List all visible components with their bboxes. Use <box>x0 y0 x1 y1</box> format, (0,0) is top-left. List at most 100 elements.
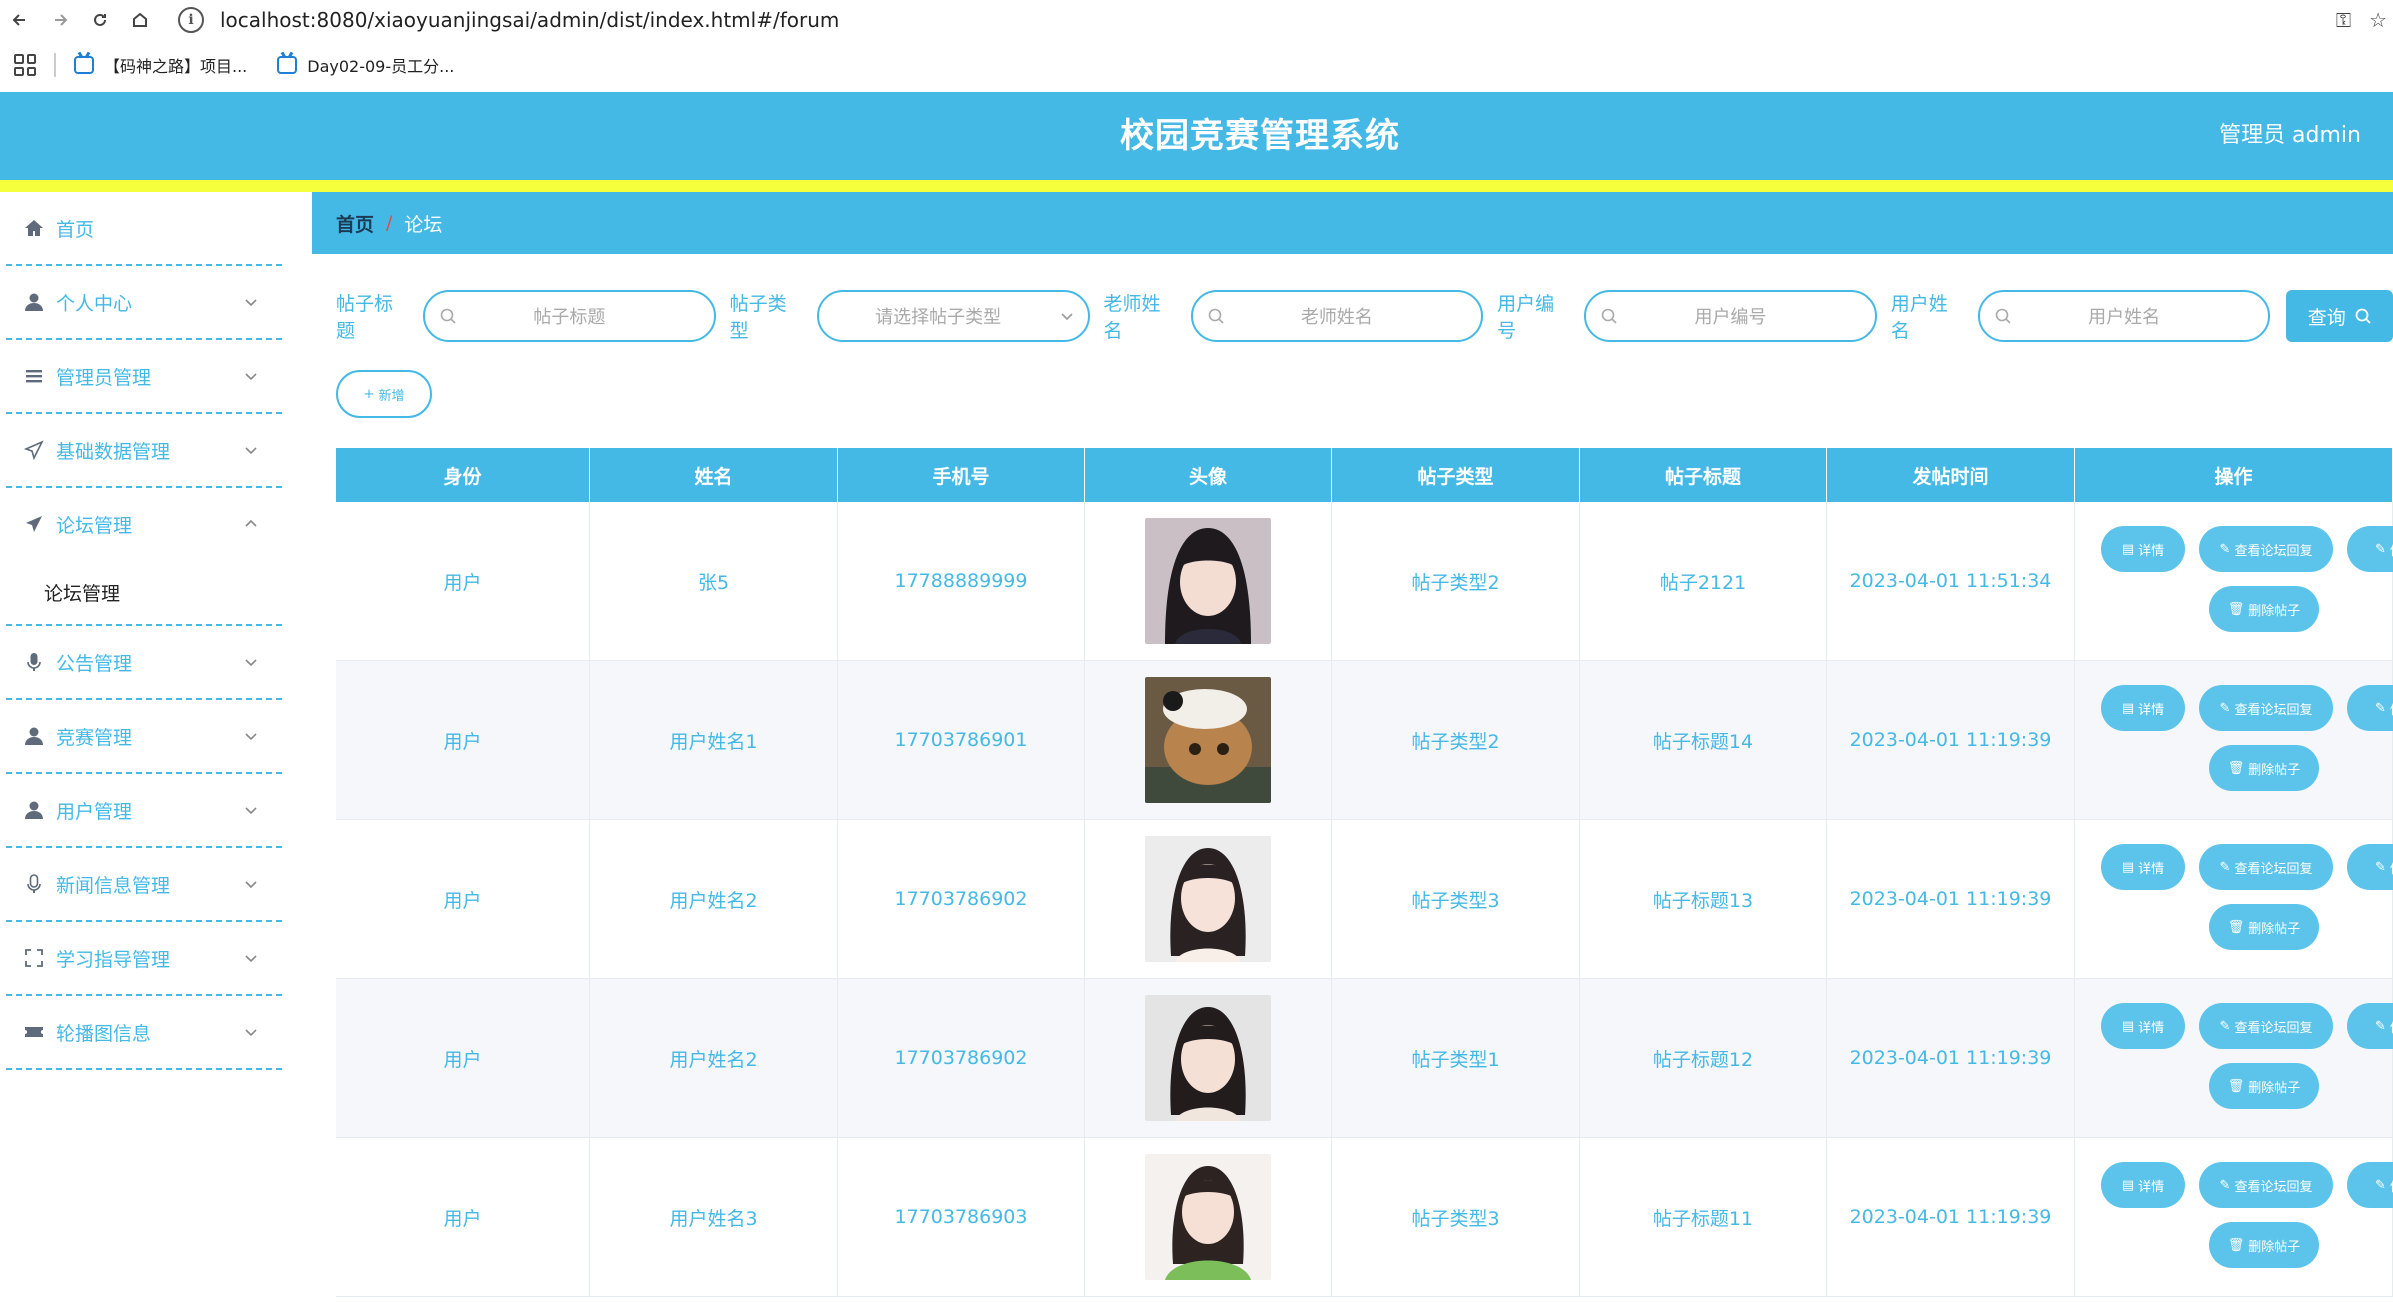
col-header[interactable]: 姓名 <box>590 448 838 502</box>
app-header: 校园竞赛管理系统 管理员 admin <box>0 92 2393 180</box>
bookmark-item[interactable]: 【码神之路】项目... <box>74 53 247 77</box>
teacher-search-input[interactable]: 老师姓名 <box>1190 290 1484 342</box>
delete-post-button[interactable]: 🗑 删除帖子 <box>2209 586 2319 632</box>
cell-avatar <box>1085 502 1332 660</box>
sidebar-item-forum[interactable]: 论坛管理 <box>0 488 290 560</box>
detail-button[interactable]: ▤ 详情 <box>2101 1162 2185 1208</box>
userno-search-input[interactable]: 用户编号 <box>1584 290 1877 342</box>
title-search-input[interactable]: 帖子标题 <box>423 290 716 342</box>
view-reply-button[interactable]: ✎ 查看论坛回复 <box>2199 1003 2333 1049</box>
cell-time: 2023-04-01 11:51:34 <box>1827 502 2075 660</box>
avatar[interactable] <box>1145 836 1271 962</box>
view-reply-button[interactable]: ✎ 查看论坛回复 <box>2199 1162 2333 1208</box>
cell-phone: 17703786901 <box>838 661 1085 819</box>
delete-post-button[interactable]: 🗑 删除帖子 <box>2209 1063 2319 1109</box>
username-search-input[interactable]: 用户姓名 <box>1977 290 2271 342</box>
sidebar-item-admin[interactable]: 管理员管理 <box>0 340 290 412</box>
sidebar-item-news[interactable]: 新闻信息管理 <box>0 848 290 920</box>
col-header[interactable]: 手机号 <box>838 448 1085 502</box>
chevron-down-icon <box>244 440 258 455</box>
query-button[interactable]: 查询 <box>2286 290 2393 342</box>
key-icon[interactable]: ⚿ <box>2336 8 2351 32</box>
address-bar[interactable]: i localhost:8080/xiaoyuanjingsai/admin/d… <box>178 0 839 40</box>
forward-icon[interactable] <box>40 0 80 40</box>
detail-button[interactable]: ▤ 详情 <box>2101 1003 2185 1049</box>
document-icon: ▤ <box>2121 1177 2135 1193</box>
breadcrumb-home[interactable]: 首页 <box>336 210 374 237</box>
cell-actions: ▤详情 ✎查看论坛回复 ✎修 🗑删除帖子 <box>2075 820 2393 978</box>
chevron-down-icon <box>244 874 258 889</box>
chevron-down-icon <box>1060 313 1073 321</box>
cell-name: 张5 <box>590 502 838 660</box>
query-button-label: 查询 <box>2307 306 2346 329</box>
sidebar-item-study[interactable]: 学习指导管理 <box>0 922 290 994</box>
breadcrumb-current: 论坛 <box>404 213 443 236</box>
col-header[interactable]: 头像 <box>1085 448 1332 502</box>
ticket-icon <box>24 1022 44 1042</box>
col-header[interactable]: 发帖时间 <box>1827 448 2075 502</box>
avatar[interactable] <box>1145 518 1271 644</box>
bilibili-icon <box>277 56 298 74</box>
avatar[interactable] <box>1145 1154 1271 1280</box>
avatar[interactable] <box>1145 995 1271 1121</box>
cell-phone: 17703786902 <box>838 979 1085 1137</box>
edit-button[interactable]: ✎修 <box>2347 685 2393 731</box>
detail-button[interactable]: ▤ 详情 <box>2101 844 2185 890</box>
delete-label: 删除帖子 <box>2248 1239 2301 1255</box>
edit-button[interactable]: ✎修 <box>2347 1003 2393 1049</box>
submenu-item-forum[interactable]: 论坛管理 <box>0 560 290 624</box>
edit-icon: ✎ <box>2375 859 2386 875</box>
col-header[interactable]: 帖子类型 <box>1332 448 1580 502</box>
view-reply-button[interactable]: ✎ 查看论坛回复 <box>2199 685 2333 731</box>
detail-button[interactable]: ▤ 详情 <box>2101 526 2185 572</box>
view-reply-button[interactable]: ✎ 查看论坛回复 <box>2199 844 2333 890</box>
search-icon <box>2355 308 2371 324</box>
table-header: 身份 姓名 手机号 头像 帖子类型 帖子标题 发帖时间 操作 <box>336 448 2393 502</box>
delete-post-button[interactable]: 🗑 删除帖子 <box>2209 745 2319 791</box>
detail-button[interactable]: ▤ 详情 <box>2101 685 2185 731</box>
sidebar-item-personal[interactable]: 个人中心 <box>0 266 290 338</box>
cell-role: 用户 <box>336 979 590 1137</box>
edit-button[interactable]: ✎修 <box>2347 844 2393 890</box>
edit-icon: ✎ <box>2219 541 2231 557</box>
col-header[interactable]: 身份 <box>336 448 590 502</box>
col-header[interactable]: 帖子标题 <box>1580 448 1827 502</box>
detail-label: 详情 <box>2138 1179 2165 1195</box>
bookmarks-bar: 【码神之路】项目... Day02-09-员工分... <box>0 40 2393 90</box>
star-icon[interactable]: ☆ <box>2369 8 2387 32</box>
site-info-icon[interactable]: i <box>178 7 204 33</box>
cell-role: 用户 <box>336 661 590 819</box>
sidebar-item-users[interactable]: 用户管理 <box>0 774 290 846</box>
table-row: 用户 用户姓名3 17703786903 帖子类型3 帖子标题11 2023-0… <box>336 1138 2393 1297</box>
sidebar-item-basic-data[interactable]: 基础数据管理 <box>0 414 290 486</box>
delete-post-button[interactable]: 🗑 删除帖子 <box>2209 1222 2319 1268</box>
current-user[interactable]: 管理员 admin <box>2219 92 2361 180</box>
reload-icon[interactable] <box>80 0 120 40</box>
apps-grid-icon[interactable] <box>14 54 36 76</box>
sidebar-item-home[interactable]: 首页 <box>0 192 290 264</box>
userno-placeholder: 用户编号 <box>1694 307 1767 328</box>
add-button[interactable]: + 新增 <box>336 370 432 418</box>
avatar[interactable] <box>1145 677 1271 803</box>
user-icon <box>24 292 44 312</box>
type-select[interactable]: 请选择帖子类型 <box>816 290 1090 342</box>
chevron-down-icon <box>244 292 258 307</box>
back-icon[interactable] <box>0 0 40 40</box>
sidebar-item-carousel[interactable]: 轮播图信息 <box>0 996 290 1068</box>
type-placeholder: 请选择帖子类型 <box>875 307 1002 328</box>
col-header[interactable]: 操作 <box>2075 448 2393 502</box>
delete-post-button[interactable]: 🗑 删除帖子 <box>2209 904 2319 950</box>
teacher-placeholder: 老师姓名 <box>1300 307 1373 328</box>
edit-button[interactable]: ✎修 <box>2347 1162 2393 1208</box>
home-browser-icon[interactable] <box>120 0 160 40</box>
send-icon <box>24 440 44 460</box>
view-reply-button[interactable]: ✎ 查看论坛回复 <box>2199 526 2333 572</box>
bookmark-item[interactable]: Day02-09-员工分... <box>277 53 454 77</box>
title-placeholder: 帖子标题 <box>533 307 606 328</box>
user-icon <box>24 726 44 746</box>
edit-icon: ✎ <box>2219 1177 2231 1193</box>
sidebar-item-competition[interactable]: 竞赛管理 <box>0 700 290 772</box>
chevron-down-icon <box>244 1022 258 1037</box>
edit-button[interactable]: ✎修 <box>2347 526 2393 572</box>
sidebar-item-notice[interactable]: 公告管理 <box>0 626 290 698</box>
